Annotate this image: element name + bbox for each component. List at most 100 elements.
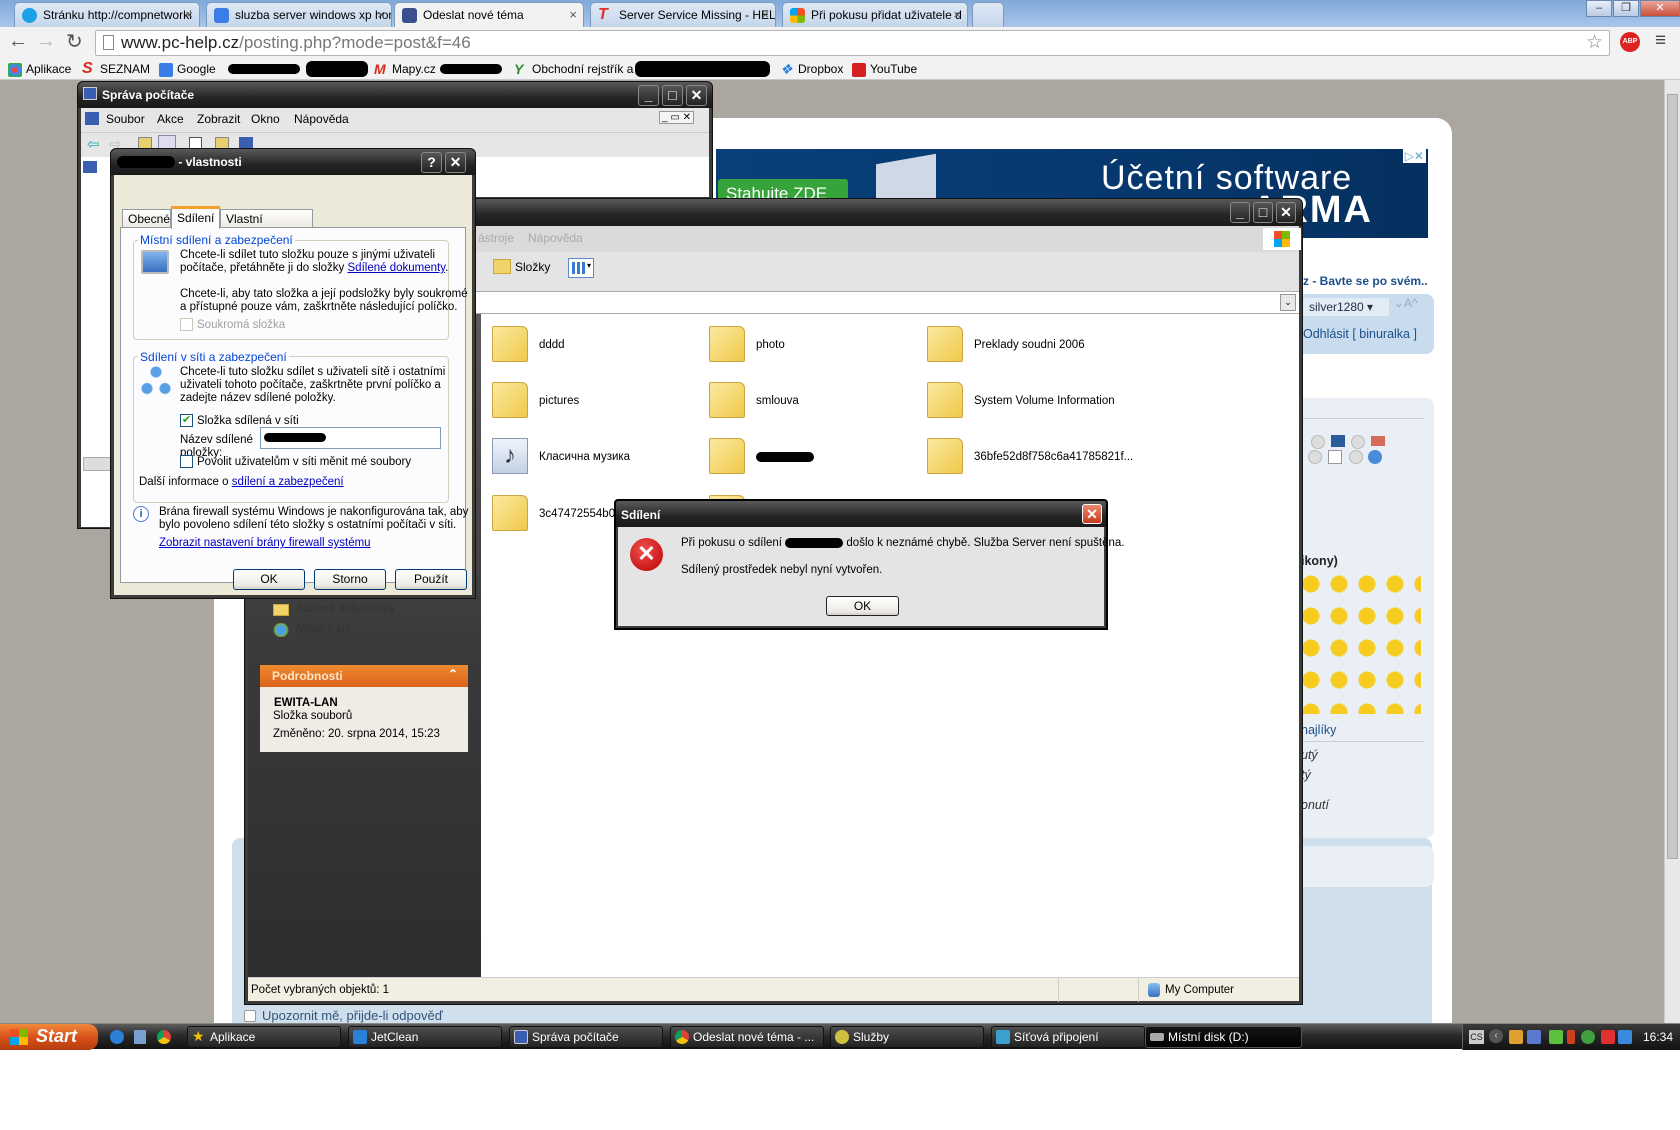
close-tab-icon[interactable]: × <box>185 7 193 22</box>
cancel-button[interactable]: Storno <box>314 569 386 590</box>
share-name-input[interactable] <box>260 427 441 449</box>
place-shared-documents[interactable]: Sdílené dokumenty <box>296 603 394 615</box>
topic-icon-radio[interactable] <box>1311 435 1325 449</box>
close-tab-icon[interactable]: × <box>377 7 385 22</box>
topic-icon-radio[interactable] <box>1308 450 1322 464</box>
topic-icon-radio[interactable] <box>1349 450 1363 464</box>
tab-sdileni[interactable]: Sdílení <box>171 206 220 229</box>
reload-icon[interactable]: ↻ <box>66 29 83 54</box>
menu-soubor[interactable]: Soubor <box>106 112 145 126</box>
bookmark-seznam[interactable]: S SEZNAM <box>82 61 150 77</box>
tab-odeslat-nove-tema[interactable]: Odeslat nové téma × <box>394 2 584 27</box>
horizontal-scrollbar[interactable] <box>83 457 111 471</box>
bookmark-dropbox[interactable]: ❖ Dropbox <box>780 62 843 76</box>
minimize-icon[interactable]: – <box>1586 0 1612 17</box>
back-icon[interactable]: ⇦ <box>87 135 100 153</box>
start-button[interactable]: Start <box>0 1024 98 1050</box>
smiley-grid[interactable] <box>1301 574 1421 714</box>
bookmark-mapy[interactable]: M Mapy.cz <box>374 62 436 76</box>
taskbar-item-jetclean[interactable]: JetClean <box>348 1026 502 1048</box>
share-on-network-checkbox[interactable]: ✔ <box>180 414 193 427</box>
menu-napoveda[interactable]: Nápověda <box>528 231 583 245</box>
close-button[interactable]: ✕ <box>1276 202 1296 223</box>
tab-server-service-missing[interactable]: T Server Service Missing - HEL × <box>590 2 776 27</box>
more-smilies-link[interactable]: najlíky <box>1301 723 1336 737</box>
tree-pane[interactable] <box>81 157 113 527</box>
maximize-button[interactable]: □ <box>1253 202 1273 223</box>
tab-pri-pokusu[interactable]: Při pokusu přidat uživatele d × <box>782 2 968 27</box>
taskbar-item-sluzby[interactable]: Služby <box>830 1026 984 1048</box>
tray-update-icon[interactable] <box>1581 1030 1595 1044</box>
tray-app-icon[interactable] <box>1618 1030 1632 1044</box>
tab-sluzba-server[interactable]: sluzba server windows xp hor × <box>206 2 392 27</box>
topic-icon-radio[interactable] <box>1351 435 1365 449</box>
folders-button[interactable]: Složky <box>493 259 550 274</box>
ok-button[interactable]: OK <box>233 569 305 590</box>
ad-close-icon[interactable]: ▷✕ <box>1402 149 1426 163</box>
views-button[interactable]: ▾ <box>568 258 594 278</box>
close-tab-icon[interactable]: × <box>569 7 577 22</box>
minimize-button[interactable]: _ <box>1230 202 1250 223</box>
help-button[interactable]: ? <box>421 152 442 173</box>
ie-icon[interactable] <box>110 1030 124 1044</box>
menu-nastroje[interactable]: ástroje <box>478 231 514 245</box>
scrollbar-thumb[interactable] <box>1667 94 1678 859</box>
place-network[interactable]: Místa v síti <box>296 623 351 635</box>
taskbar-item-sitova-pripojeni[interactable]: Síťová připojení <box>991 1026 1145 1048</box>
logout-link[interactable]: Odhlásit [ binuralka ] <box>1303 327 1417 341</box>
menu-akce[interactable]: Akce <box>157 112 184 126</box>
tab-obecne[interactable]: Obecné <box>122 209 171 228</box>
shared-documents-link[interactable]: Sdílené dokumenty <box>348 262 446 274</box>
details-panel-header[interactable]: Podrobnosti ⌃ <box>260 665 468 687</box>
quicklaunch-icon[interactable] <box>134 1030 146 1044</box>
tray-volume-icon[interactable] <box>1567 1030 1575 1044</box>
close-button[interactable]: ✕ <box>1082 504 1102 524</box>
restore-icon[interactable]: ❐ <box>1613 0 1639 17</box>
allow-change-checkbox[interactable] <box>180 455 193 468</box>
menu-napoveda[interactable]: Nápověda <box>294 112 349 126</box>
bookmark-google[interactable]: Google <box>159 62 216 77</box>
bookmark-aplikace[interactable]: Aplikace <box>8 62 71 77</box>
taskbar-item-sprava-pocitace[interactable]: Správa počítače <box>509 1026 663 1048</box>
close-tab-icon[interactable]: × <box>761 7 769 22</box>
minimize-button[interactable]: _ <box>638 85 659 106</box>
close-button[interactable]: ✕ <box>445 152 466 173</box>
show-hidden-icons[interactable]: ‹ <box>1489 1029 1503 1043</box>
tray-icon[interactable] <box>1509 1030 1523 1044</box>
tab-vlastni-nastaveni[interactable]: Vlastní nastavení <box>220 209 313 240</box>
font-size-control[interactable]: ⌄A^ <box>1394 296 1418 310</box>
adblock-icon[interactable]: ABP <box>1620 32 1640 52</box>
menu-okno[interactable]: Okno <box>251 112 280 126</box>
star-icon[interactable]: ☆ <box>1586 31 1603 54</box>
notify-checkbox[interactable] <box>244 1010 256 1022</box>
firewall-settings-link[interactable]: Zobrazit nastavení brány firewall systém… <box>159 537 371 550</box>
notify-option[interactable]: Upozornit mě, přijde-li odpověď <box>244 1008 443 1023</box>
tray-antivirus-icon[interactable] <box>1549 1030 1563 1044</box>
taskbar-item-mistni-disk[interactable]: Místní disk (D:) <box>1145 1026 1302 1048</box>
back-icon[interactable]: ← <box>8 30 28 53</box>
chrome-icon[interactable] <box>157 1030 171 1044</box>
taskbar-item-chrome[interactable]: Odeslat nové téma - ... <box>670 1026 824 1048</box>
close-icon[interactable]: ✕ <box>1640 0 1680 17</box>
page-scrollbar[interactable] <box>1664 80 1680 1023</box>
new-tab-button[interactable] <box>972 2 1004 27</box>
menu-zobrazit[interactable]: Zobrazit <box>197 112 240 126</box>
ok-button[interactable]: OK <box>826 596 899 616</box>
mdi-controls[interactable]: _ ▭ ✕ <box>659 111 694 124</box>
style-select[interactable]: silver1280 ▾ <box>1301 298 1389 316</box>
language-indicator[interactable]: CS <box>1469 1030 1484 1044</box>
menu-icon[interactable]: ≡ <box>1655 30 1666 52</box>
forward-icon[interactable]: → <box>36 30 56 53</box>
chevron-down-icon[interactable]: ⌄ <box>1280 294 1296 311</box>
collapse-icon[interactable]: ⌃ <box>448 667 458 681</box>
address-bar[interactable]: www.pc-help.cz/posting.php?mode=post&f=4… <box>95 30 1610 56</box>
taskbar-item-aplikace[interactable]: ★ Aplikace <box>187 1026 341 1048</box>
sharing-security-link[interactable]: sdílení a zabezpečení <box>232 476 344 488</box>
private-folder-checkbox[interactable] <box>180 318 193 331</box>
close-tab-icon[interactable]: × <box>953 7 961 22</box>
tray-mail-icon[interactable] <box>1601 1030 1615 1044</box>
maximize-button[interactable]: □ <box>662 85 683 106</box>
apply-button[interactable]: Použít <box>395 569 467 590</box>
tab-compnetwork[interactable]: Stránku http://compnetworki × <box>14 2 200 27</box>
tray-network-icon[interactable] <box>1527 1030 1541 1044</box>
